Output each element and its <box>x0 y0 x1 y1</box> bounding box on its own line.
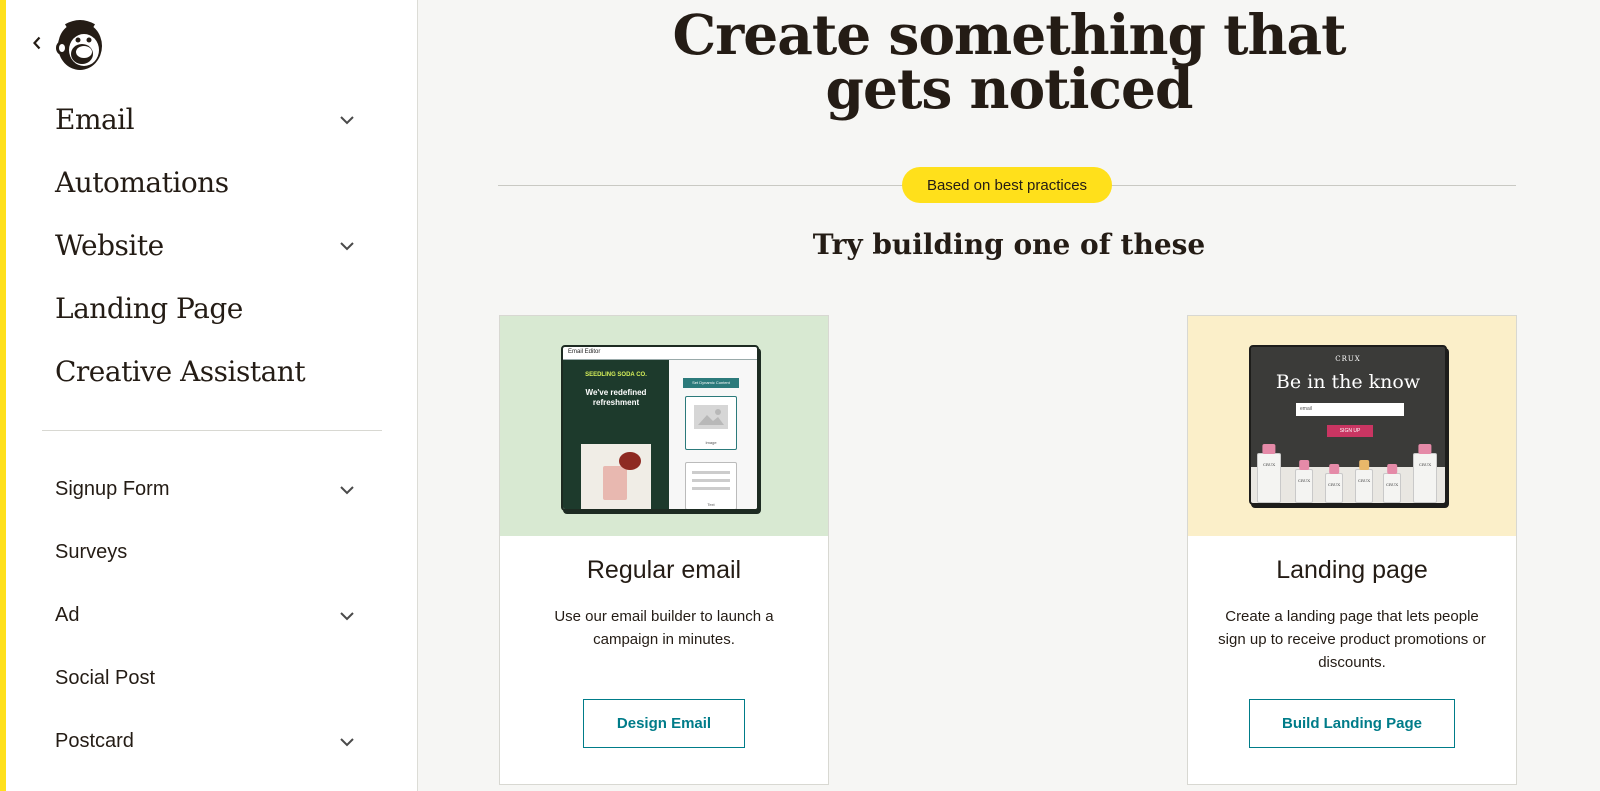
mock-window-title: Email Editor <box>563 347 757 360</box>
mock-text-caption: Text <box>707 502 715 507</box>
mock-bottle: CRUX <box>1257 444 1281 503</box>
mock-text-line <box>692 479 730 482</box>
page-title-line2: gets noticed <box>825 56 1194 121</box>
build-landing-page-button[interactable]: Build Landing Page <box>1249 699 1455 748</box>
mock-bottle: CRUX <box>1413 444 1437 503</box>
chevron-down-icon <box>340 485 354 494</box>
mock-text-block: Text <box>685 462 737 509</box>
nav-item-postcard[interactable]: Postcard <box>6 710 417 773</box>
section-subheading: Try building one of these <box>812 228 1206 261</box>
mock-bottle-cap <box>1299 460 1309 470</box>
nav-item-label: Automations <box>55 166 229 199</box>
mock-bottle: CRUX <box>1295 460 1313 503</box>
page-title: Create something that gets noticed <box>418 7 1600 116</box>
mock-bottle: CRUX <box>1325 464 1343 503</box>
nav-item-label: Surveys <box>55 541 128 563</box>
sidebar: Email Automations Website Landing Page C… <box>6 0 418 791</box>
email-editor-thumbnail: Email Editor SEEDLING SODA CO. We've red… <box>500 316 828 536</box>
card-landing-page: CRUX Be in the know email SIGN UP CRUX C… <box>1187 315 1517 785</box>
nav-item-automations[interactable]: Automations <box>6 151 417 214</box>
mock-email-field: email <box>1296 403 1404 416</box>
mock-hero-text: Be in the know <box>1275 371 1421 393</box>
mock-photo <box>581 444 651 509</box>
email-editor-mock: Email Editor SEEDLING SODA CO. We've red… <box>561 345 759 511</box>
nav-item-social-post[interactable]: Social Post <box>6 647 417 710</box>
chevron-down-icon <box>340 115 354 124</box>
mock-bottle-label: CRUX <box>1418 462 1432 467</box>
card-regular-email: Email Editor SEEDLING SODA CO. We've red… <box>499 315 829 785</box>
nav-item-label: Signup Form <box>55 478 170 500</box>
mock-bottle-cap <box>1359 460 1369 470</box>
nav-item-label: Postcard <box>55 730 134 752</box>
nav-item-email[interactable]: Email <box>6 88 417 151</box>
nav-item-label: Landing Page <box>55 292 243 325</box>
sidebar-divider <box>42 430 382 431</box>
card-description: Use our email builder to launch a campai… <box>554 608 774 648</box>
card-title: Landing page <box>1276 556 1428 584</box>
nav-item-label: Email <box>55 103 135 136</box>
mock-signup-button: SIGN UP <box>1327 425 1373 437</box>
primary-nav: Email Automations Website Landing Page C… <box>6 88 417 403</box>
nav-item-label: Social Post <box>55 667 156 689</box>
image-placeholder-icon <box>694 405 728 429</box>
landing-page-mock: CRUX Be in the know email SIGN UP CRUX C… <box>1249 345 1447 505</box>
mock-product-shelf: CRUX CRUX CRUX CRUX CRUX CRUX <box>1251 444 1445 503</box>
mock-text-line <box>692 471 730 474</box>
mock-bottle-label: CRUX <box>1357 478 1371 483</box>
back-button[interactable] <box>26 32 48 54</box>
mock-bottle-cap <box>1418 444 1432 454</box>
chevron-left-icon <box>33 36 41 50</box>
mock-bottle-cap <box>1262 444 1276 454</box>
mock-content-panel: Set Dynamic Content Image Text <box>669 360 757 509</box>
nav-item-creative-assistant[interactable]: Creative Assistant <box>6 340 417 403</box>
mock-brand: CRUX <box>1335 355 1361 363</box>
mock-brand: SEEDLING SODA CO. <box>585 372 647 378</box>
best-practices-badge: Based on best practices <box>902 167 1112 203</box>
nav-item-ad[interactable]: Ad <box>6 584 417 647</box>
mock-text-line <box>692 487 730 490</box>
mock-email-canvas: SEEDLING SODA CO. We've redefined refres… <box>563 360 669 509</box>
mock-bottle-label: CRUX <box>1327 482 1341 487</box>
mock-bottle-label: CRUX <box>1385 482 1399 487</box>
main-content: Create something that gets noticed Based… <box>418 0 1600 791</box>
mock-bottle: CRUX <box>1383 464 1401 503</box>
design-email-button[interactable]: Design Email <box>583 699 745 748</box>
nav-item-signup-form[interactable]: Signup Form <box>6 458 417 521</box>
mock-bottle-label: CRUX <box>1297 478 1311 483</box>
nav-item-website[interactable]: Website <box>6 214 417 277</box>
nav-item-landing-page[interactable]: Landing Page <box>6 277 417 340</box>
mock-bottle-label: CRUX <box>1262 462 1276 467</box>
mock-image-block: Image <box>685 396 737 450</box>
chevron-down-icon <box>340 737 354 746</box>
card-description: Create a landing page that lets people s… <box>1218 608 1486 671</box>
mock-hero-text: We've redefined refreshment <box>585 388 647 407</box>
mock-photo-fruit <box>619 452 641 470</box>
landing-page-thumbnail: CRUX Be in the know email SIGN UP CRUX C… <box>1188 316 1516 536</box>
chevron-down-icon <box>340 241 354 250</box>
nav-item-label: Ad <box>55 604 80 626</box>
nav-item-label: Website <box>55 229 164 262</box>
chevron-down-icon <box>340 611 354 620</box>
mock-photo-glass <box>603 466 627 500</box>
mailchimp-logo[interactable] <box>52 16 106 72</box>
nav-item-surveys[interactable]: Surveys <box>6 521 417 584</box>
nav-item-label: Creative Assistant <box>55 355 306 388</box>
mock-bottle-cap <box>1387 464 1397 474</box>
secondary-nav: Signup Form Surveys Ad Social Post Postc… <box>6 458 417 773</box>
mock-bottle: CRUX <box>1355 460 1373 503</box>
card-title: Regular email <box>586 556 742 584</box>
mock-image-caption: Image <box>705 440 717 445</box>
mock-dynamic-tag: Set Dynamic Content <box>683 378 739 388</box>
mock-bottle-cap <box>1329 464 1339 474</box>
